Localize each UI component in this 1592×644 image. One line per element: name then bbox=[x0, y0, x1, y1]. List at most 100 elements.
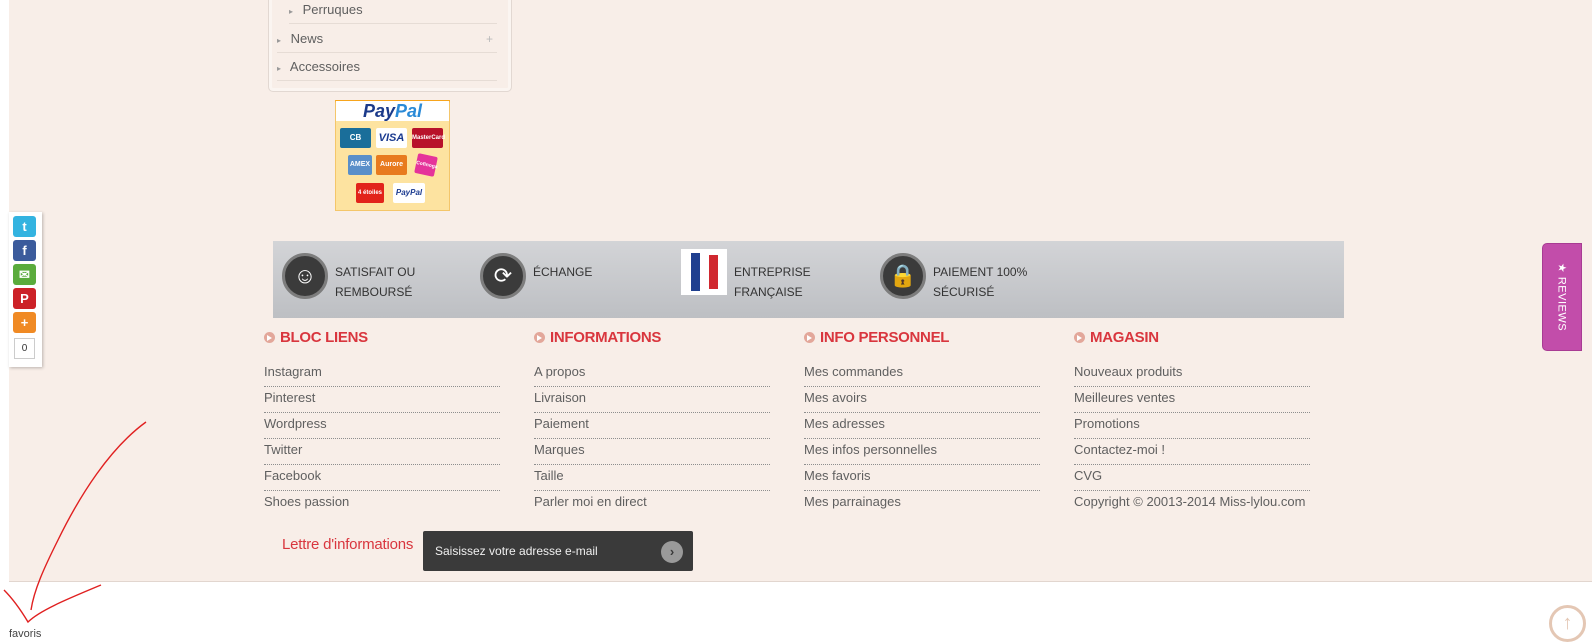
category-item-accessoires[interactable]: ▸ Accessoires bbox=[277, 53, 497, 81]
footer-link[interactable]: Taille bbox=[534, 465, 770, 491]
footer-column-title-text: MAGASIN bbox=[1090, 329, 1159, 346]
email-icon[interactable]: ✉ bbox=[13, 264, 36, 285]
paypal-brand: PayPal bbox=[336, 101, 449, 121]
footer-link[interactable]: Livraison bbox=[534, 387, 770, 413]
newsletter-label: Lettre d'informations bbox=[282, 536, 414, 553]
arrow-bullet-icon bbox=[534, 332, 545, 343]
share-count: 0 bbox=[14, 338, 35, 359]
arrow-bullet-icon bbox=[264, 332, 275, 343]
card-mastercard-icon: MasterCard bbox=[412, 128, 445, 148]
reassurance-line2: FRANÇAISE bbox=[734, 285, 803, 299]
expand-plus-icon[interactable]: + bbox=[486, 25, 493, 53]
footer-link[interactable]: Instagram bbox=[264, 361, 500, 387]
footer-link-list: Mes commandes Mes avoirs Mes adresses Me… bbox=[804, 361, 1040, 517]
paypal-brand-pal: Pal bbox=[395, 101, 423, 121]
footer-link[interactable]: Paiement bbox=[534, 413, 770, 439]
twitter-icon[interactable]: t bbox=[13, 216, 36, 237]
footer-link[interactable]: Shoes passion bbox=[264, 491, 500, 517]
category-box: ▸ Perruques ▸ News + ▸ Accessoires bbox=[268, 0, 512, 92]
share-more-icon[interactable]: + bbox=[13, 312, 36, 333]
footer-link[interactable]: Mes adresses bbox=[804, 413, 1040, 439]
chevron-right-icon: ▸ bbox=[277, 36, 282, 45]
reassurance-line1: ENTREPRISE bbox=[734, 265, 811, 279]
reviews-tab-label: ★ REVIEWS bbox=[1555, 262, 1568, 332]
reviews-tab[interactable]: ★ REVIEWS bbox=[1542, 243, 1582, 351]
footer-link[interactable]: Mes avoirs bbox=[804, 387, 1040, 413]
smiley-icon: ☺ bbox=[282, 253, 328, 299]
reassurance-bar: ☺ SATISFAIT OU REMBOURSÉ ⟳ ÉCHANGE ENTREP… bbox=[273, 241, 1344, 318]
card-4etoiles-icon: 4 étoiles bbox=[356, 183, 384, 203]
newsletter-form: › bbox=[423, 531, 693, 571]
reassurance-line1: ÉCHANGE bbox=[533, 265, 593, 279]
facebook-icon[interactable]: f bbox=[13, 240, 36, 261]
card-cb-icon: CB bbox=[340, 128, 371, 148]
footer-link[interactable]: Mes infos personnelles bbox=[804, 439, 1040, 465]
france-flag-icon bbox=[681, 249, 727, 295]
footer-link[interactable]: Wordpress bbox=[264, 413, 500, 439]
footer-link[interactable]: Twitter bbox=[264, 439, 500, 465]
card-cofinoga-icon: Cofinoga bbox=[414, 153, 438, 177]
footer-link-list: Instagram Pinterest Wordpress Twitter Fa… bbox=[264, 361, 500, 517]
footer-link[interactable]: Contactez-moi ! bbox=[1074, 439, 1310, 465]
footer-link[interactable]: Parler moi en direct bbox=[534, 491, 770, 517]
category-label: Accessoires bbox=[289, 59, 360, 74]
footer-column-magasin: MAGASIN Nouveaux produits Meilleures ven… bbox=[1074, 328, 1310, 517]
social-share-bar: t f ✉ P + 0 bbox=[9, 212, 42, 367]
copyright-text: Copyright © 20013-2014 Miss-lylou.com bbox=[1074, 494, 1306, 509]
newsletter-email-input[interactable] bbox=[423, 531, 643, 571]
footer-column-title: INFO PERSONNEL bbox=[804, 328, 1040, 348]
footer-link[interactable]: Nouveaux produits bbox=[1074, 361, 1310, 387]
arrow-bullet-icon bbox=[804, 332, 815, 343]
chevron-right-icon: › bbox=[669, 544, 675, 559]
footer-column-title-text: BLOC LIENS bbox=[280, 329, 368, 346]
chevron-right-icon: ▸ bbox=[277, 64, 282, 73]
card-aurore-icon: Aurore bbox=[376, 155, 407, 175]
footer-column-title: MAGASIN bbox=[1074, 328, 1310, 348]
footer-column-title: INFORMATIONS bbox=[534, 328, 770, 348]
category-label: News bbox=[290, 31, 324, 46]
footer-link-list: A propos Livraison Paiement Marques Tail… bbox=[534, 361, 770, 517]
footer-link[interactable]: Pinterest bbox=[264, 387, 500, 413]
refresh-icon: ⟳ bbox=[480, 253, 526, 299]
footer-link[interactable]: Mes commandes bbox=[804, 361, 1040, 387]
reassurance-text: SATISFAIT OU REMBOURSÉ bbox=[335, 262, 455, 302]
reassurance-line1: PAIEMENT 100% bbox=[933, 265, 1028, 279]
newsletter-submit-button[interactable]: › bbox=[661, 541, 683, 563]
chevron-right-icon: ▸ bbox=[289, 7, 294, 16]
footer-column-title: BLOC LIENS bbox=[264, 328, 500, 348]
footer-link[interactable]: Mes favoris bbox=[804, 465, 1040, 491]
card-amex-icon: AMEX bbox=[348, 155, 372, 175]
reassurance-text: ÉCHANGE bbox=[533, 262, 653, 282]
footer-column-info-personnel: INFO PERSONNEL Mes commandes Mes avoirs … bbox=[804, 328, 1040, 517]
category-item-perruques[interactable]: ▸ Perruques bbox=[289, 0, 497, 24]
annotation-label: favoris bbox=[9, 628, 42, 640]
card-paypal-icon: PayPal bbox=[393, 183, 425, 203]
footer-link[interactable]: A propos bbox=[534, 361, 770, 387]
footer-link[interactable]: Mes parrainages bbox=[804, 491, 1040, 517]
category-item-news[interactable]: ▸ News + bbox=[277, 25, 497, 53]
footer-link[interactable]: Marques bbox=[534, 439, 770, 465]
reassurance-line2: REMBOURSÉ bbox=[335, 285, 413, 299]
category-label: Perruques bbox=[302, 2, 363, 17]
page-background: ▸ Perruques ▸ News + ▸ Accessoires PayPa… bbox=[9, 0, 1592, 582]
card-visa-icon: VISA bbox=[376, 128, 407, 148]
footer-link[interactable]: Promotions bbox=[1074, 413, 1310, 439]
footer-link[interactable]: CVG bbox=[1074, 465, 1310, 491]
reassurance-line2: SÉCURISÉ bbox=[933, 285, 995, 299]
paypal-brand-pay: Pay bbox=[362, 101, 395, 121]
arrow-up-icon: ↑ bbox=[1562, 612, 1573, 634]
footer-column-bloc-liens: BLOC LIENS Instagram Pinterest Wordpress… bbox=[264, 328, 500, 517]
reassurance-text: ENTREPRISE FRANÇAISE bbox=[734, 262, 854, 302]
footer-link[interactable]: Meilleures ventes bbox=[1074, 387, 1310, 413]
reassurance-text: PAIEMENT 100% SÉCURISÉ bbox=[933, 262, 1053, 302]
footer-column-title-text: INFO PERSONNEL bbox=[820, 329, 950, 346]
pinterest-icon[interactable]: P bbox=[13, 288, 36, 309]
back-to-top-button[interactable]: ↑ bbox=[1549, 605, 1586, 642]
lock-icon: 🔒 bbox=[880, 253, 926, 299]
footer-link[interactable]: Facebook bbox=[264, 465, 500, 491]
footer-column-title-text: INFORMATIONS bbox=[550, 329, 662, 346]
reassurance-line1: SATISFAIT OU bbox=[335, 265, 416, 279]
footer-column-informations: INFORMATIONS A propos Livraison Paiement… bbox=[534, 328, 770, 517]
footer-link-list: Nouveaux produits Meilleures ventes Prom… bbox=[1074, 361, 1310, 517]
arrow-bullet-icon bbox=[1074, 332, 1085, 343]
